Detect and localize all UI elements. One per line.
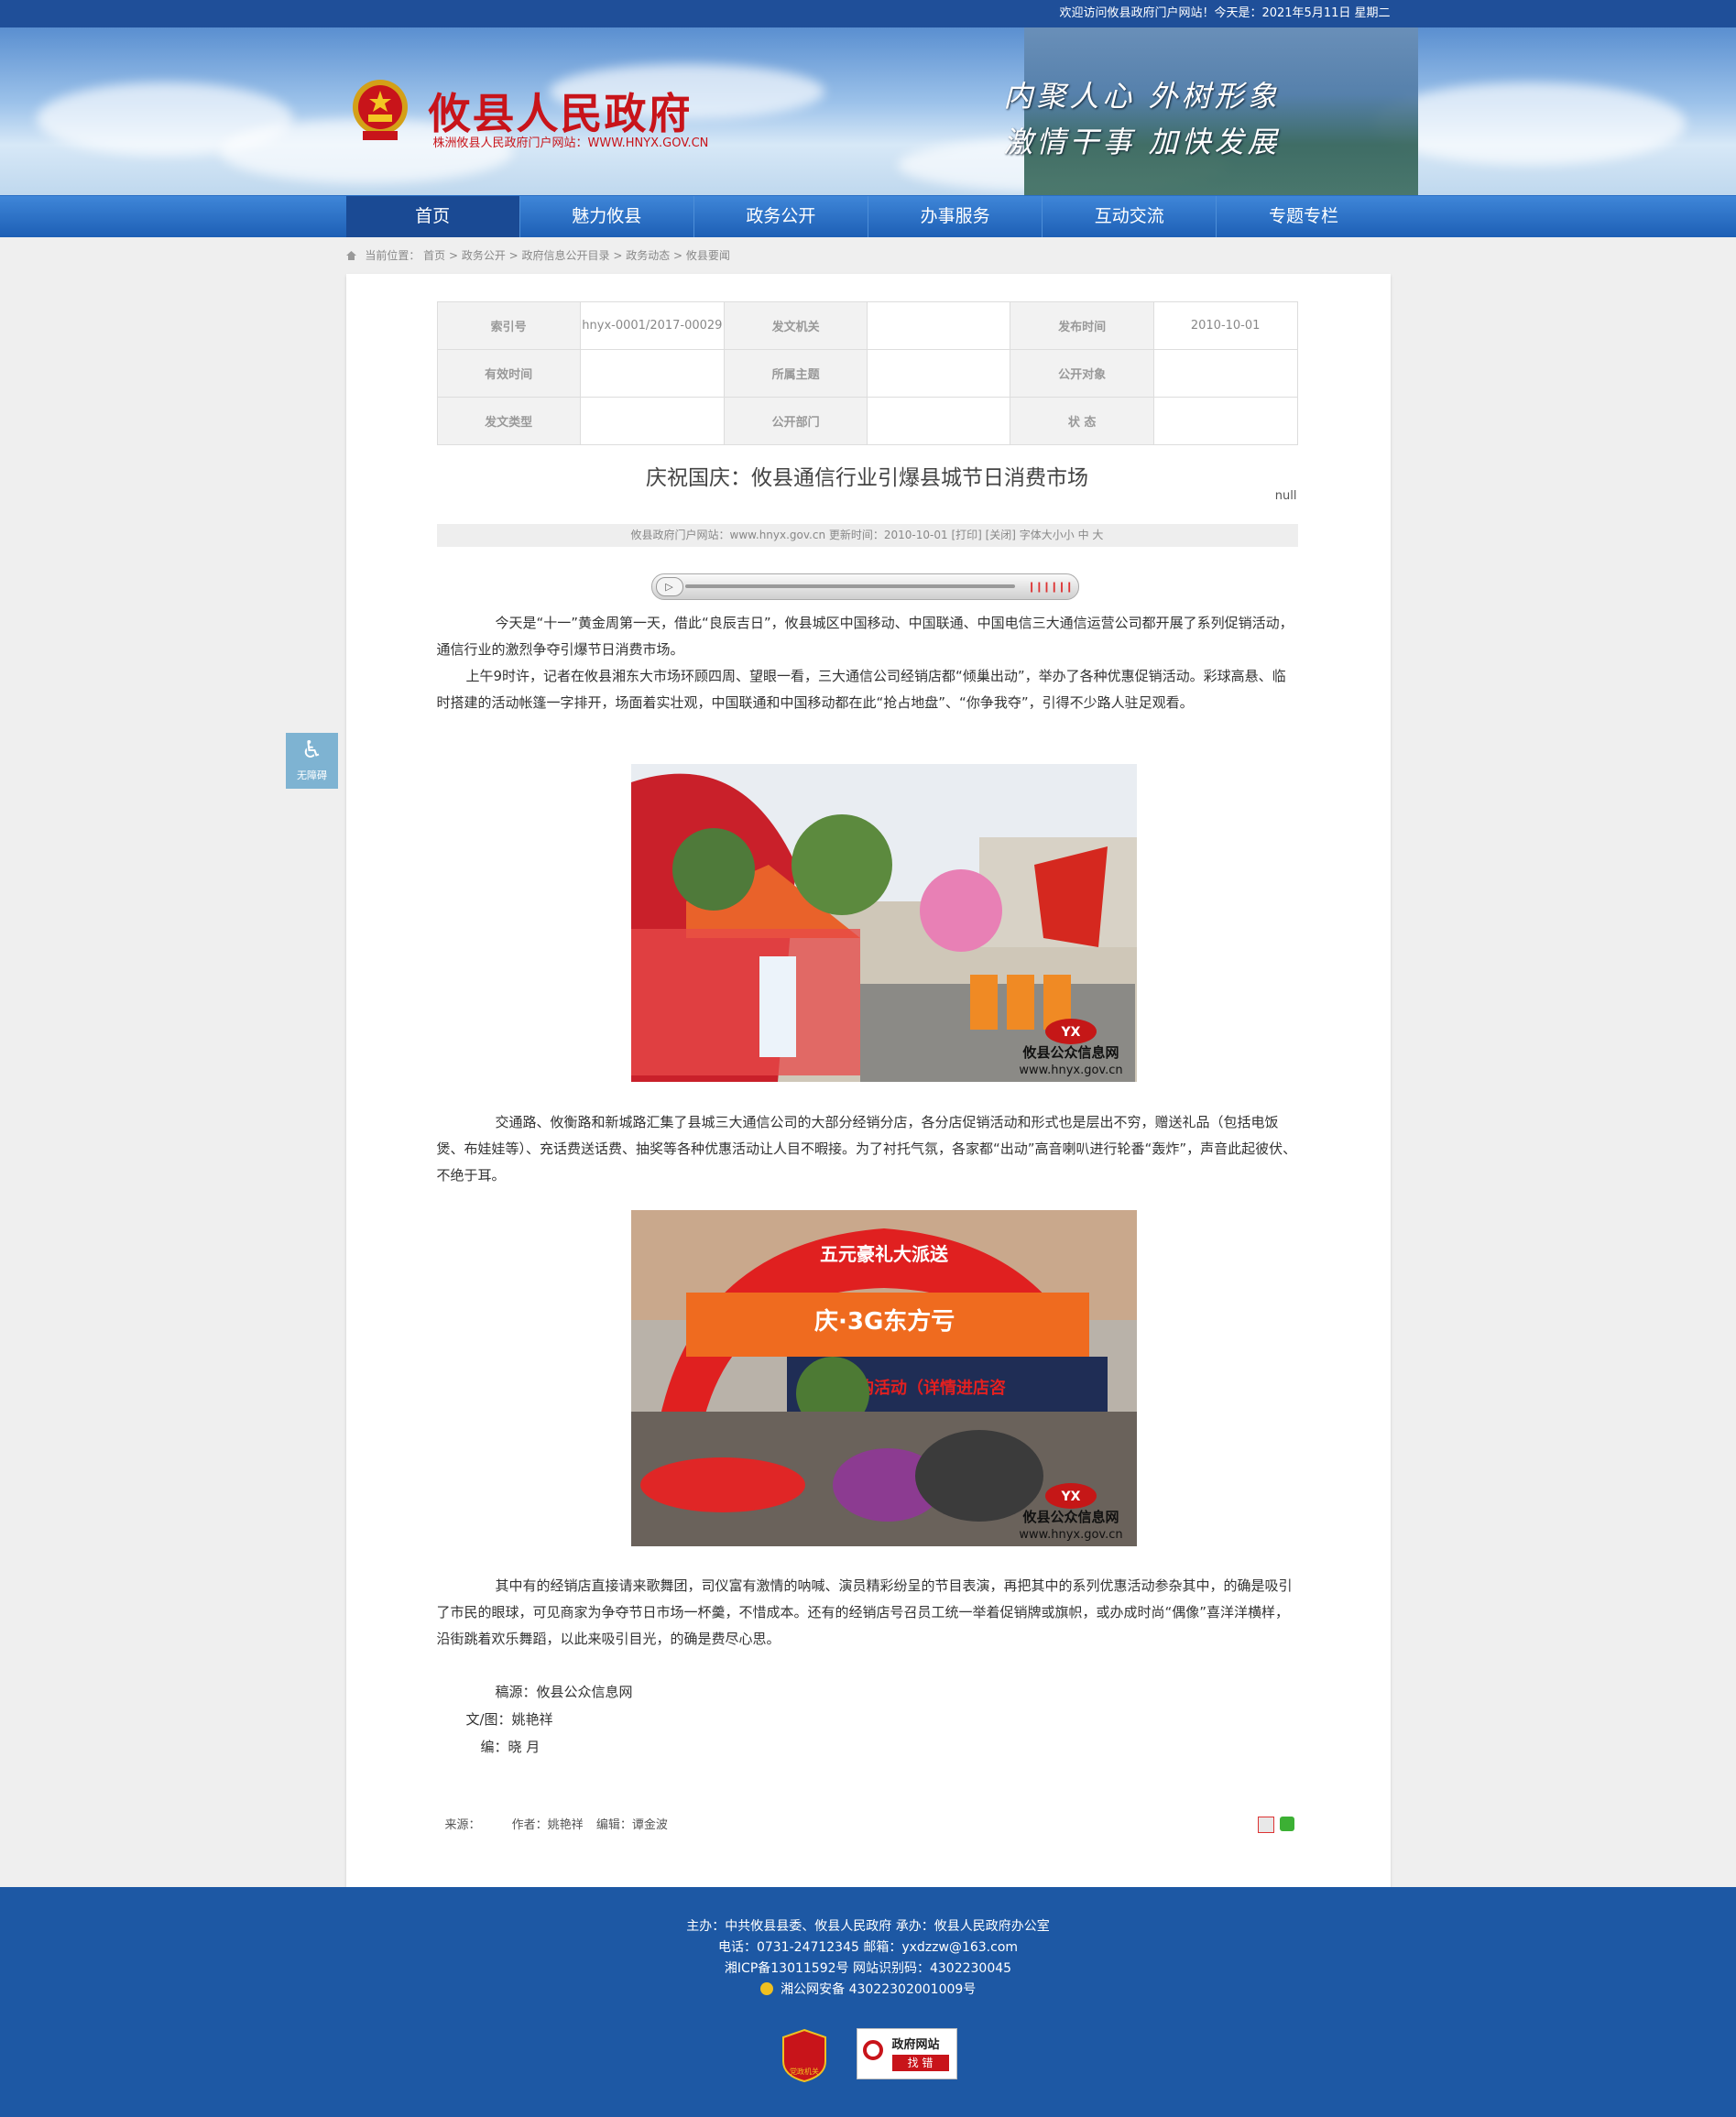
meta-source: 来源： [444,1818,481,1832]
metadata-table: 索引号 hnyx-0001/2017-00029 发文机关 发布时间 2010-… [436,301,1298,445]
svg-text:YX: YX [1060,1490,1080,1504]
nav-item-gov-affairs[interactable]: 政务公开 [694,196,869,237]
meta-author: 作者：姚艳祥 [511,1818,584,1832]
meta-label: 发布时间 [1010,301,1154,350]
welcome-text: 欢迎访问攸县政府门户网站！今天是：2021年5月11日 星期二 [1059,6,1391,20]
nav-item-services[interactable]: 办事服务 [868,196,1043,237]
magnifier-icon [862,2040,883,2060]
breadcrumb: 当前位置： 首页 > 政务公开 > 政府信息公开目录 > 政务动态 > 攸县要闻 [345,237,1391,274]
main-nav: 首页 魅力攸县 政务公开 办事服务 互动交流 专题专栏 [0,195,1736,237]
meta-label: 公开对象 [1010,349,1154,398]
article-paragraph: 其中有的经销店直接请来歌舞团，司仪富有激情的呐喊、演员精彩纷呈的节目表演，再把其… [436,1577,1293,1647]
accessibility-button[interactable]: ♿ 无障碍 [286,733,338,789]
meta-value [579,397,725,445]
article-title: 庆祝国庆：攸县通信行业引爆县城节日消费市场 [646,466,1088,490]
meta-label: 有效时间 [436,349,581,398]
accessibility-label: 无障碍 [297,769,327,781]
meta-label: 公开部门 [723,397,868,445]
wechat-share-icon[interactable] [1279,1817,1294,1831]
meta-value [867,349,1011,398]
play-button[interactable]: ▷ [655,577,683,596]
party-gov-badge-icon[interactable]: 党政机关 [780,2028,829,2083]
police-badge-icon [759,1982,773,1995]
sig-author: 文/图：姚艳祥 [465,1711,553,1728]
sig-editor: 编：晓 月 [480,1739,540,1755]
photo-watermark-url: www.hnyx.gov.cn [1019,1064,1122,1077]
footer-line-police: 湘公网安备 43022302001009号 [0,1980,1736,2001]
meta-value: hnyx-0001/2017-00029 [579,301,725,350]
meta-editor: 编辑：谭金波 [595,1818,668,1832]
home-icon [345,251,356,260]
photo-watermark-name: 攸县公众信息网 [1021,1044,1119,1061]
police-record-text[interactable]: 湘公网安备 43022302001009号 [781,1982,976,1997]
footer-line-icp[interactable]: 湘ICP备13011592号 网站识别码：4302230045 [0,1959,1736,1980]
article-photo-1: YX 攸县公众信息网 www.hnyx.gov.cn [630,764,1137,1082]
meta-label: 索引号 [436,301,581,350]
photo-watermark-name: 攸县公众信息网 [1021,1509,1119,1525]
article-paragraph: 交通路、攸衡路和新城路汇集了县城三大通信公司的大部分经销分店，各分店促销活动和形… [436,1114,1297,1184]
article-paragraph: 今天是“十一”黄金周第一天，借此“良辰吉日”，攸县城区中国移动、中国联通、中国电… [436,615,1294,658]
photo-watermark-url: www.hnyx.gov.cn [1019,1528,1122,1542]
audio-player[interactable]: ▷ ❙❙❙❙❙❙ [650,573,1079,600]
badge2-line1: 政府网站 [891,2038,940,2052]
svg-text:YX: YX [1060,1025,1080,1040]
footer-line-contact: 电话：0731-24712345 邮箱：yxdzzw@163.com [717,1940,1019,1955]
wheelchair-icon: ♿ [300,737,323,764]
meta-label: 状 态 [1010,397,1154,445]
slogan-line1: 内聚人心 外树形象 [1003,79,1281,114]
meta-value [1152,349,1298,398]
nav-item-topics[interactable]: 专题专栏 [1217,196,1390,237]
meta-label: 发文类型 [436,397,581,445]
meta-value [579,349,725,398]
meta-value [1152,397,1298,445]
meta-value: 2010-10-01 [1152,301,1298,350]
nav-item-interaction[interactable]: 互动交流 [1043,196,1217,237]
gov-site-error-report-badge[interactable]: 政府网站 找 错 [856,2028,957,2079]
weibo-share-icon[interactable] [1257,1817,1274,1833]
article-paragraph: 上午9时许，记者在攸县湘东大市场环顾四周、望眼一看，三大通信公司经销店都“倾巢出… [436,668,1286,711]
meta-label: 发文机关 [723,301,868,350]
site-subtitle: 株洲攸县人民政府门户网站：WWW.HNYX.GOV.CN [432,136,709,150]
photo2-arch-text: 五元豪礼大派送 [820,1243,949,1265]
breadcrumb-path[interactable]: 首页 > 政务公开 > 政府信息公开目录 > 政务动态 > 攸县要闻 [423,249,730,262]
volume-icon[interactable]: ❙❙❙❙❙❙ [1028,581,1074,593]
badge1-text: 党政机关 [790,2067,819,2076]
badge2-line2: 找 错 [891,2055,949,2071]
null-text: null [1274,489,1297,503]
progress-track[interactable] [684,584,1015,588]
meta-label: 所属主题 [723,349,868,398]
top-bar: 欢迎访问攸县政府门户网站！今天是：2021年5月11日 星期二 [0,0,1736,27]
article-photo-2: 五元豪礼大派送 庆·3G东方亏 大抢购活动（详情进店咨 YX 攸县公众信息网 w… [630,1210,1137,1546]
national-emblem-icon [352,80,408,140]
share-bar [1257,1817,1294,1833]
article-meta-footer: 来源： 作者：姚艳祥 编辑：谭金波 [445,1815,668,1832]
article-info-bar[interactable]: 攸县政府门户网站：www.hnyx.gov.cn 更新时间：2010-10-01… [436,524,1298,547]
sig-source: 稿源：攸县公众信息网 [495,1684,633,1700]
site-footer: 主办：中共攸县县委、攸县人民政府 承办：攸县人民政府办公室 电话：0731-24… [0,1887,1736,2117]
slogan-line2: 激情干事 加快发展 [1003,125,1281,159]
nav-item-home[interactable]: 首页 [345,196,520,237]
site-banner: 攸县人民政府 株洲攸县人民政府门户网站：WWW.HNYX.GOV.CN 内聚人心… [0,27,1736,195]
footer-line-host: 主办：中共攸县县委、攸县人民政府 承办：攸县人民政府办公室 [686,1919,1050,1934]
meta-value [867,397,1011,445]
meta-value [867,301,1011,350]
article-panel: 索引号 hnyx-0001/2017-00029 发文机关 发布时间 2010-… [345,274,1391,1895]
nav-item-charm[interactable]: 魅力攸县 [520,196,694,237]
photo2-banner-text: 庆·3G东方亏 [814,1307,955,1336]
breadcrumb-prefix: 当前位置： [365,249,420,262]
